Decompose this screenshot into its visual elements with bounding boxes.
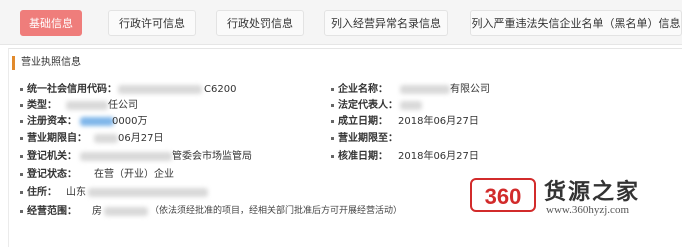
redacted-type [66, 101, 108, 110]
value-approval-date: 2018年06月27日 [398, 151, 479, 162]
label-term-from: 营业期限自： [20, 132, 87, 145]
value-scope-note: （依法须经批准的项目，经相关部门批准后方可开展经营活动） [150, 206, 403, 216]
tab-blacklist[interactable]: 列入严重违法失信企业名单（黑名单）信息 [470, 10, 682, 36]
redacted-legal-rep [400, 101, 422, 110]
redacted-authority [80, 152, 172, 161]
value-capital: 0000万 [112, 116, 148, 127]
value-credit-code: C6200 [204, 84, 237, 95]
label-term-to: 营业期限至： [331, 132, 398, 145]
label-established: 成立日期： [331, 115, 388, 128]
label-type: 类型： [20, 99, 57, 112]
redacted-capital [80, 117, 114, 126]
label-capital: 注册资本： [20, 115, 77, 128]
redacted-scope [104, 207, 148, 216]
watermark-title: 货源之家 [544, 180, 641, 205]
value-term-from: 06月27日 [118, 133, 164, 144]
label-scope: 经营范围： [20, 205, 77, 218]
value-company-name: 有限公司 [450, 84, 490, 95]
tab-basic-info[interactable]: 基础信息 [20, 10, 82, 36]
redacted-term-from [94, 134, 118, 143]
watermark-url: www.360hyzj.com [546, 204, 629, 216]
redacted-credit-code [118, 85, 202, 94]
value-type: 任公司 [108, 100, 138, 111]
watermark-logo: 360 [470, 178, 536, 212]
label-legal-rep: 法定代表人： [331, 99, 398, 112]
tab-admin-license[interactable]: 行政许可信息 [108, 10, 196, 36]
tab-admin-penalty[interactable]: 行政处罚信息 [216, 10, 304, 36]
label-status: 登记状态： [20, 168, 77, 181]
watermark: 360 货源之家 www.360hyzj.com [466, 172, 682, 234]
value-address: 山东 [66, 187, 86, 198]
value-established: 2018年06月27日 [398, 116, 479, 127]
label-authority: 登记机关： [20, 150, 77, 163]
value-scope: 房 [92, 206, 102, 217]
label-company-name: 企业名称： [331, 83, 388, 96]
tab-abnormal-list[interactable]: 列入经营异常名录信息 [324, 10, 448, 36]
label-address: 住所： [20, 186, 57, 199]
tab-bar: 基础信息 行政许可信息 行政处罚信息 列入经营异常名录信息 列入严重违法失信企业… [0, 0, 682, 45]
value-authority: 管委会市场监管局 [172, 151, 252, 162]
value-status: 在营（开业）企业 [94, 169, 174, 180]
label-credit-code: 统一社会信用代码： [20, 83, 117, 96]
redacted-company-name [400, 85, 450, 94]
section-title: 营业执照信息 [12, 56, 81, 70]
redacted-address [88, 188, 208, 197]
label-approval-date: 核准日期： [331, 150, 388, 163]
